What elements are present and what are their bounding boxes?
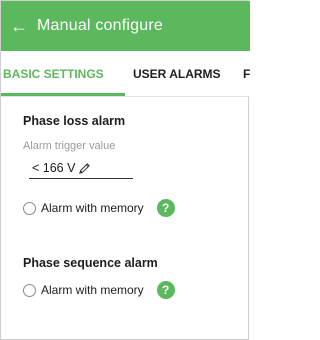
tab-basic-settings-label: BASIC SETTINGS: [3, 67, 104, 81]
phase-loss-title: Phase loss alarm: [23, 114, 126, 128]
trigger-value-field[interactable]: < 166 V: [23, 157, 135, 179]
back-button[interactable]: ←: [1, 1, 37, 51]
phase-loss-memory-label[interactable]: Alarm with memory: [41, 201, 144, 215]
phase-sequence-memory-row: Alarm with memory ?: [23, 280, 175, 300]
help-icon[interactable]: ?: [156, 281, 175, 299]
help-icon[interactable]: ?: [156, 199, 175, 217]
tab-next-partial-label: F: [243, 67, 250, 81]
phase-loss-memory-row: Alarm with memory ?: [23, 198, 175, 218]
trigger-value: < 166 V: [32, 161, 76, 175]
phase-sequence-title: Phase sequence alarm: [23, 256, 158, 270]
app-window: ← Manual configure BASIC SETTINGS USER A…: [0, 0, 250, 340]
app-bar: ← Manual configure: [1, 1, 250, 51]
arrow-left-icon: ←: [10, 16, 28, 36]
trigger-value-label: Alarm trigger value: [23, 140, 116, 152]
tab-user-alarms-label: USER ALARMS: [133, 67, 221, 81]
active-tab-indicator: [1, 93, 125, 96]
phase-sequence-memory-radio[interactable]: [23, 283, 36, 297]
tab-bar: BASIC SETTINGS USER ALARMS F: [1, 51, 250, 97]
tab-next-partial[interactable]: F: [243, 51, 250, 96]
page-title: Manual configure: [37, 17, 163, 34]
tab-basic-settings[interactable]: BASIC SETTINGS: [3, 51, 104, 96]
settings-content: Phase loss alarm Alarm trigger value < 1…: [1, 97, 250, 340]
value-underline: [29, 178, 133, 179]
phase-loss-memory-radio[interactable]: [23, 201, 36, 215]
phase-sequence-memory-label[interactable]: Alarm with memory: [41, 283, 144, 297]
pencil-icon[interactable]: [78, 162, 91, 175]
tab-user-alarms[interactable]: USER ALARMS: [133, 51, 221, 96]
